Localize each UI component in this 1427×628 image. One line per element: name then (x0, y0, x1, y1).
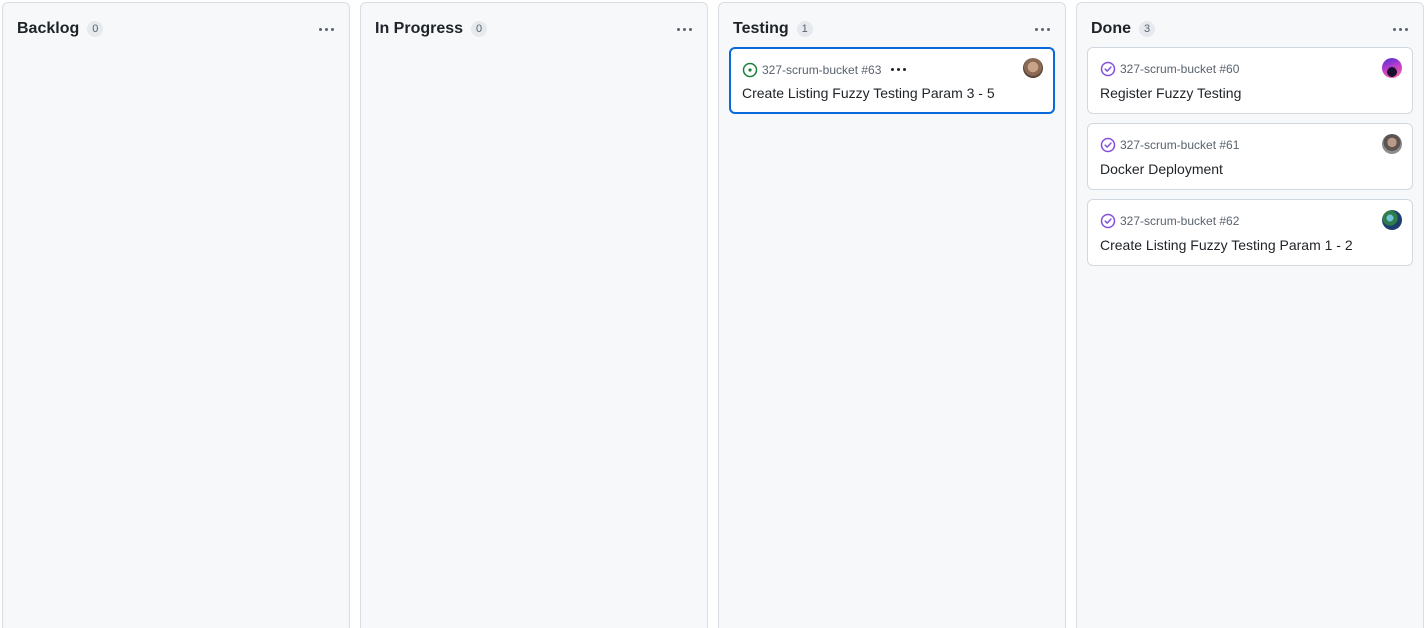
column-title: Done (1091, 20, 1131, 37)
project-board: Backlog 0 In Progress 0 Testing 1 327-sc… (0, 0, 1427, 628)
issue-open-icon (742, 62, 758, 77)
card-meta: 327-scrum-bucket #60 (1100, 60, 1239, 77)
column-count-badge: 1 (796, 21, 813, 37)
kebab-menu-icon (676, 27, 692, 31)
column-menu-button[interactable] (1389, 19, 1411, 39)
user-avatar[interactable] (1382, 58, 1402, 78)
kebab-menu-icon (1392, 27, 1408, 31)
kebab-menu-icon (1034, 27, 1050, 31)
issue-card[interactable]: 327-scrum-bucket #60 Register Fuzzy Test… (1087, 47, 1413, 114)
card-repo-ref[interactable]: 327-scrum-bucket #61 (1120, 138, 1239, 152)
column-menu-button[interactable] (315, 19, 337, 39)
card-meta: 327-scrum-bucket #62 (1100, 212, 1239, 229)
column-backlog: Backlog 0 (2, 2, 350, 628)
column-testing: Testing 1 327-scrum-bucket #63 Create Li… (718, 2, 1066, 628)
issue-card[interactable]: 327-scrum-bucket #62 Create Listing Fuzz… (1087, 199, 1413, 266)
column-title: Backlog (17, 20, 80, 37)
card-repo-ref[interactable]: 327-scrum-bucket #62 (1120, 214, 1239, 228)
column-menu-button[interactable] (673, 19, 695, 39)
kebab-menu-icon (318, 27, 334, 31)
column-header: Backlog 0 (17, 19, 337, 39)
user-avatar[interactable] (1382, 134, 1402, 154)
column-title: In Progress (375, 20, 464, 37)
issue-closed-icon (1100, 213, 1116, 228)
user-avatar[interactable] (1023, 58, 1043, 78)
card-title[interactable]: Create Listing Fuzzy Testing Param 1 - 2 (1100, 237, 1353, 253)
issue-card[interactable]: 327-scrum-bucket #63 Create Listing Fuzz… (729, 47, 1055, 114)
column-in-progress: In Progress 0 (360, 2, 708, 628)
card-meta: 327-scrum-bucket #61 (1100, 136, 1239, 153)
card-title[interactable]: Create Listing Fuzzy Testing Param 3 - 5 (742, 85, 995, 101)
issue-closed-icon (1100, 137, 1116, 152)
column-header: In Progress 0 (375, 19, 695, 39)
card-repo-ref[interactable]: 327-scrum-bucket #63 (762, 63, 881, 77)
kebab-menu-icon (890, 68, 906, 71)
card-title[interactable]: Docker Deployment (1100, 161, 1223, 177)
column-count-badge: 0 (471, 21, 488, 37)
column-count-badge: 3 (1139, 21, 1155, 37)
card-menu-button[interactable] (889, 63, 907, 77)
column-header: Testing 1 (733, 19, 1053, 39)
column-cards: 327-scrum-bucket #63 Create Listing Fuzz… (729, 47, 1055, 123)
issue-closed-icon (1100, 61, 1116, 76)
card-meta: 327-scrum-bucket #63 (742, 61, 907, 78)
card-repo-ref[interactable]: 327-scrum-bucket #60 (1120, 62, 1239, 76)
column-done: Done 3 327-scrum-bucket #60 Register Fuz… (1076, 2, 1424, 628)
card-title[interactable]: Register Fuzzy Testing (1100, 85, 1241, 101)
user-avatar[interactable] (1382, 210, 1402, 230)
column-cards: 327-scrum-bucket #60 Register Fuzzy Test… (1087, 47, 1413, 275)
column-title: Testing (733, 20, 789, 37)
column-count-badge: 0 (87, 21, 104, 37)
issue-card[interactable]: 327-scrum-bucket #61 Docker Deployment (1087, 123, 1413, 190)
column-menu-button[interactable] (1031, 19, 1053, 39)
column-header: Done 3 (1091, 19, 1411, 39)
